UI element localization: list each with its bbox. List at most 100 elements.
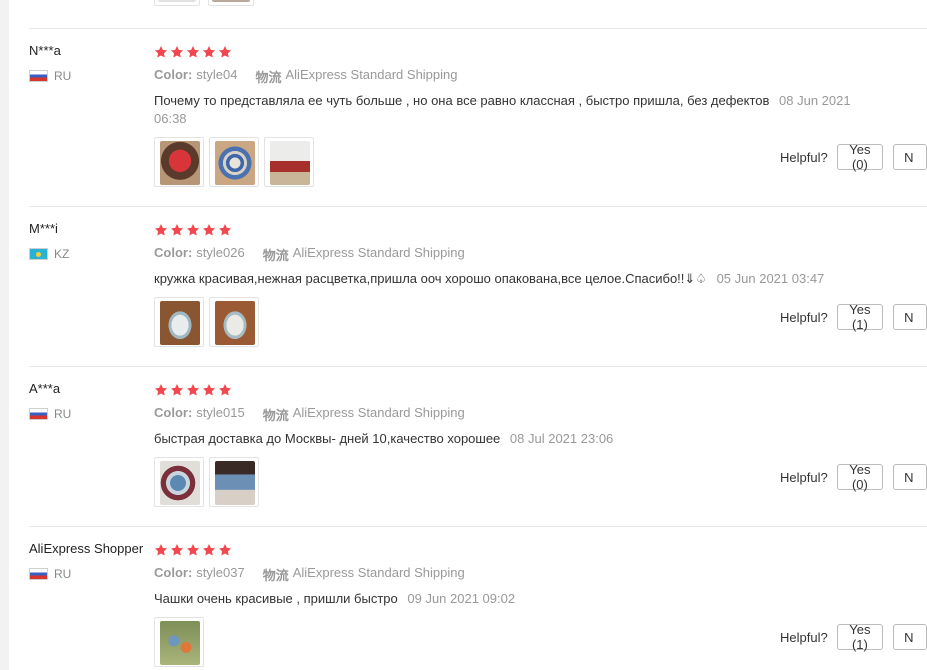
review-text: Чашки очень красивые , пришли быстро 09 … <box>154 590 884 608</box>
helpful-no-button[interactable]: N <box>893 464 927 490</box>
logistics-label: 物流 <box>262 408 289 423</box>
shipping-value: AliExpress Standard Shipping <box>292 565 465 580</box>
helpful-section: Helpful? Yes (1) N <box>780 622 927 652</box>
review-photo[interactable] <box>154 297 204 347</box>
star-icon <box>170 45 184 59</box>
review-photo[interactable] <box>209 137 259 187</box>
star-icon <box>154 223 168 237</box>
divider <box>29 366 927 367</box>
star-icon <box>186 383 200 397</box>
shipping-value: AliExpress Standard Shipping <box>292 245 465 260</box>
reviewer-country: RU <box>29 567 71 581</box>
divider <box>29 28 927 29</box>
star-icon <box>186 223 200 237</box>
review-photo[interactable] <box>154 617 204 667</box>
review-meta: Color: style026 物流 AliExpress Standard S… <box>154 245 465 264</box>
color-value: style015 <box>196 405 245 420</box>
review-photos <box>154 617 204 667</box>
star-icon <box>218 223 232 237</box>
review-photo[interactable] <box>209 297 259 347</box>
review-date: 05 Jun 2021 03:47 <box>716 271 825 286</box>
review-photo[interactable] <box>208 0 254 6</box>
star-icon <box>186 45 200 59</box>
color-label: Color: <box>154 245 193 260</box>
helpful-no-button[interactable]: N <box>893 304 927 330</box>
color-value: style04 <box>196 67 238 82</box>
helpful-no-button[interactable]: N <box>893 144 927 170</box>
review-photos <box>154 457 259 507</box>
logistics-label: 物流 <box>262 248 289 263</box>
shipping-value: AliExpress Standard Shipping <box>292 405 465 420</box>
logistics-label: 物流 <box>255 70 282 85</box>
helpful-no-button[interactable]: N <box>893 624 927 650</box>
review-body: Почему то представляла ее чуть больше , … <box>154 93 770 108</box>
russia-flag-icon <box>29 408 48 420</box>
review-meta: Color: style037 物流 AliExpress Standard S… <box>154 565 465 584</box>
color-label: Color: <box>154 565 193 580</box>
country-code: KZ <box>54 247 70 261</box>
helpful-section: Helpful? Yes (0) N <box>780 462 927 492</box>
helpful-yes-button[interactable]: Yes (0) <box>836 462 884 492</box>
kazakhstan-flag-icon <box>29 248 48 260</box>
star-rating <box>154 383 232 397</box>
divider <box>29 206 927 207</box>
reviewer-country: KZ <box>29 247 69 261</box>
helpful-yes-button[interactable]: Yes (0) <box>836 142 884 172</box>
review-text: кружка красивая,нежная расцветка,пришла … <box>154 270 884 288</box>
previous-review-photos <box>154 0 254 6</box>
helpful-yes-button[interactable]: Yes (1) <box>836 622 884 652</box>
helpful-label: Helpful? <box>780 149 828 165</box>
review-meta: Color: style015 物流 AliExpress Standard S… <box>154 405 465 424</box>
star-icon <box>170 223 184 237</box>
star-icon <box>202 543 216 557</box>
color-label: Color: <box>154 67 193 82</box>
star-icon <box>170 543 184 557</box>
star-icon <box>218 383 232 397</box>
helpful-section: Helpful? Yes (0) N <box>780 142 927 172</box>
review-photo[interactable] <box>264 137 314 187</box>
review-body: кружка красивая,нежная расцветка,пришла … <box>154 271 707 286</box>
reviewer-name: N***a <box>29 43 61 58</box>
helpful-label: Helpful? <box>780 469 828 485</box>
review-body: быстрая доставка до Москвы- дней 10,каче… <box>154 431 501 446</box>
country-code: RU <box>54 69 72 83</box>
logistics-label: 物流 <box>262 568 289 583</box>
reviewer-name: A***a <box>29 381 61 396</box>
reviewer-country: RU <box>29 69 71 83</box>
review-date: 09 Jun 2021 09:02 <box>407 591 516 606</box>
star-rating <box>154 543 232 557</box>
review-photo[interactable] <box>209 457 259 507</box>
helpful-label: Helpful? <box>780 629 828 645</box>
review-body: Чашки очень красивые , пришли быстро <box>154 591 398 606</box>
country-code: RU <box>54 407 72 421</box>
russia-flag-icon <box>29 70 48 82</box>
divider <box>29 526 927 527</box>
review-photo[interactable] <box>154 137 204 187</box>
helpful-label: Helpful? <box>780 309 828 325</box>
left-gutter <box>0 0 9 670</box>
country-code: RU <box>54 567 72 581</box>
star-icon <box>170 383 184 397</box>
review-meta: Color: style04 物流 AliExpress Standard Sh… <box>154 67 458 86</box>
russia-flag-icon <box>29 568 48 580</box>
star-icon <box>218 45 232 59</box>
review-date: 08 Jul 2021 23:06 <box>509 431 614 446</box>
helpful-section: Helpful? Yes (1) N <box>780 302 927 332</box>
star-icon <box>202 45 216 59</box>
helpful-yes-button[interactable]: Yes (1) <box>836 302 884 332</box>
star-icon <box>154 45 168 59</box>
star-icon <box>202 223 216 237</box>
review-photo[interactable] <box>154 0 200 6</box>
star-rating <box>154 45 232 59</box>
reviewer-country: RU <box>29 407 71 421</box>
shipping-value: AliExpress Standard Shipping <box>285 67 458 82</box>
review-text: быстрая доставка до Москвы- дней 10,каче… <box>154 430 884 448</box>
color-value: style037 <box>196 565 245 580</box>
star-icon <box>218 543 232 557</box>
review-photo[interactable] <box>154 457 204 507</box>
color-value: style026 <box>196 245 245 260</box>
star-icon <box>154 383 168 397</box>
star-icon <box>154 543 168 557</box>
review-text: Почему то представляла ее чуть больше , … <box>154 92 884 128</box>
review-photos <box>154 297 259 347</box>
